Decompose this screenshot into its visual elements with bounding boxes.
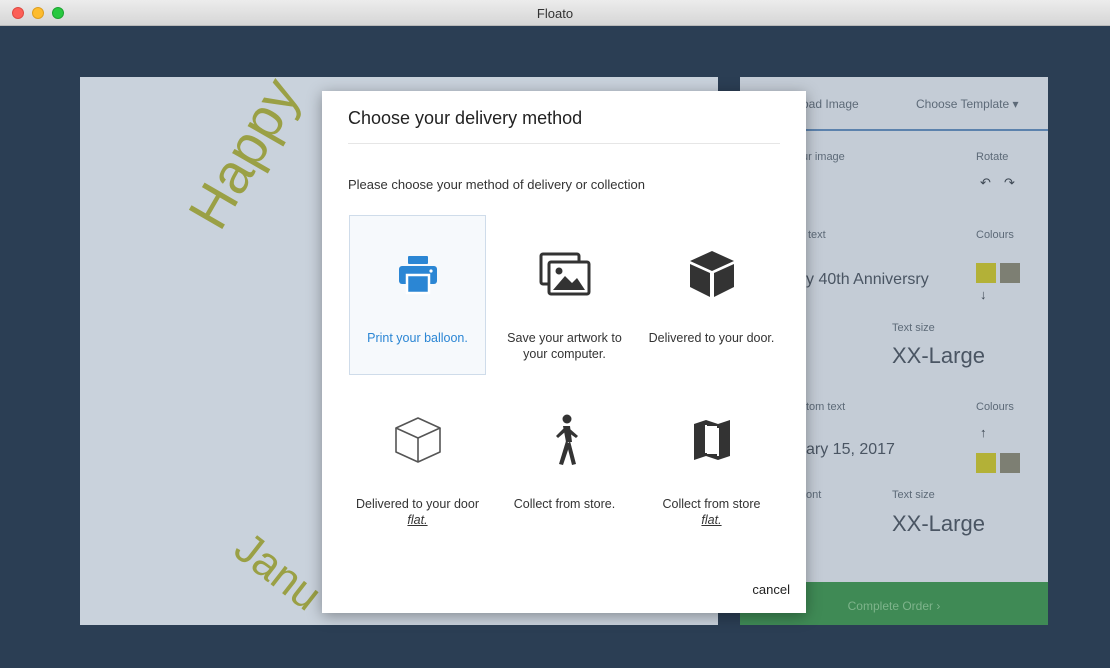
cancel-button[interactable]: cancel (752, 582, 790, 597)
option-label-text: Collect from store (662, 497, 761, 511)
bottom-text-label: tom text (806, 401, 846, 413)
option-collect-store[interactable]: Collect from store. (496, 381, 633, 541)
option-label: Delivered to your door. (648, 331, 775, 345)
bottom-text-input[interactable]: ary 15, 2017 (806, 441, 895, 459)
window-title: Floato (536, 6, 574, 21)
option-delivered-door[interactable]: Delivered to your door. (643, 215, 780, 375)
bottom-text-colour-swatch[interactable] (976, 453, 996, 473)
top-text-colour-swatch[interactable] (976, 263, 996, 283)
option-label: Save your artwork to your computer. (507, 331, 622, 361)
box-outline-icon (350, 410, 485, 470)
top-text-label: text (808, 229, 826, 241)
option-label: Collect from store flat. (648, 496, 775, 528)
colours-label-top: Colours (976, 229, 1014, 241)
text-size-label-bottom: Text size (892, 489, 935, 501)
option-label: Delivered to your door flat. (354, 496, 481, 528)
arrow-down-icon[interactable]: ↓ (980, 287, 987, 302)
balloon-top-text: Happy 4 (175, 77, 335, 240)
option-delivered-door-flat[interactable]: Delivered to your door flat. (349, 381, 486, 541)
walking-person-icon (497, 410, 632, 470)
tab-upload-image[interactable]: oad Image (802, 97, 859, 111)
option-print-balloon[interactable]: Print your balloon. (349, 215, 486, 375)
text-size-select-top[interactable]: XX-Large (892, 343, 985, 369)
top-text-input[interactable]: y 40th Anniversry (806, 271, 929, 289)
modal-subtitle: Please choose your method of delivery or… (348, 177, 645, 192)
arrow-up-icon[interactable]: ↑ (980, 425, 987, 440)
option-flat-link[interactable]: flat. (701, 513, 721, 527)
window-titlebar: Floato (0, 0, 1110, 26)
map-icon (644, 410, 779, 470)
delivery-method-modal: Choose your delivery method Please choos… (322, 91, 806, 613)
option-flat-link[interactable]: flat. (407, 513, 427, 527)
rotate-left-icon[interactable]: ↶ (980, 175, 991, 191)
font-label: ont (806, 489, 822, 501)
option-save-artwork[interactable]: Save your artwork to your computer. (496, 215, 633, 375)
balloon-bottom-text: Janu (225, 522, 331, 621)
text-size-label-top: Text size (892, 322, 935, 334)
option-label-text: Delivered to your door (356, 497, 479, 511)
rotate-label: Rotate (976, 151, 1009, 163)
text-size-select-bottom[interactable]: XX-Large (892, 511, 985, 537)
rotate-right-icon[interactable]: ↷ (1004, 175, 1015, 191)
bottom-text-outline-swatch[interactable] (1000, 453, 1020, 473)
images-icon (497, 244, 632, 304)
option-label: Print your balloon. (367, 331, 468, 345)
modal-divider (348, 143, 780, 144)
printer-icon (350, 244, 485, 304)
option-collect-store-flat[interactable]: Collect from store flat. (643, 381, 780, 541)
option-label: Collect from store. (513, 497, 616, 511)
box-icon (644, 244, 779, 304)
modal-title: Choose your delivery method (348, 108, 583, 128)
tab-choose-template[interactable]: Choose Template ▾ (916, 97, 1019, 111)
top-text-outline-swatch[interactable] (1000, 263, 1020, 283)
colours-label-bottom: Colours (976, 401, 1014, 413)
your-image-label: ur image (802, 151, 845, 163)
